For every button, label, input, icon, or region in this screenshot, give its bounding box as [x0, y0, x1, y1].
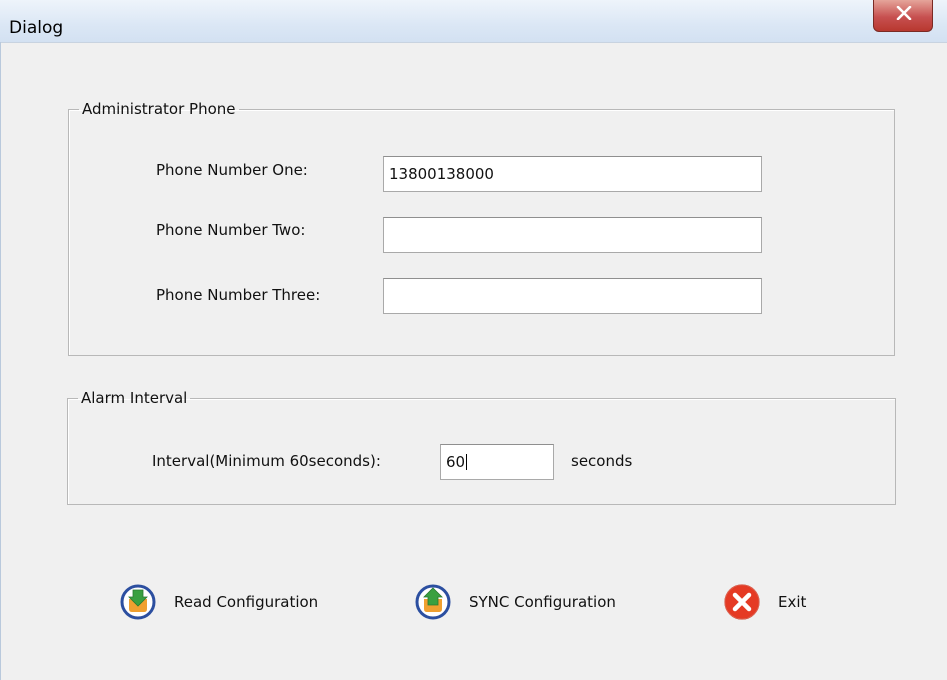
interval-value: 60: [446, 453, 466, 471]
red-x-circle-icon: [724, 584, 760, 620]
close-x-icon: [896, 6, 912, 20]
phone-one-label: Phone Number One:: [156, 161, 308, 179]
phone-three-field[interactable]: [383, 278, 762, 314]
window-title: Dialog: [9, 18, 64, 38]
exit-label: Exit: [778, 593, 807, 611]
read-configuration-label: Read Configuration: [174, 593, 319, 611]
sync-configuration-button[interactable]: SYNC Configuration: [413, 582, 616, 622]
read-configuration-button[interactable]: Read Configuration: [118, 582, 318, 622]
title-bar: Dialog: [0, 0, 947, 42]
administrator-phone-legend: Administrator Phone: [82, 100, 236, 118]
phone-three-label: Phone Number Three:: [156, 286, 321, 304]
download-arrow-icon: [120, 584, 156, 620]
dialog-body: Administrator Phone Phone Number One: 13…: [0, 42, 947, 680]
window-close-button[interactable]: [873, 0, 933, 32]
upload-arrow-icon: [415, 584, 451, 620]
interval-label: Interval(Minimum 60seconds):: [152, 452, 381, 470]
seconds-unit-label: seconds: [571, 452, 633, 470]
sync-configuration-label: SYNC Configuration: [469, 593, 616, 611]
text-caret: [466, 454, 468, 470]
phone-two-field[interactable]: [383, 217, 762, 253]
interval-field[interactable]: 60: [440, 444, 554, 480]
phone-two-label: Phone Number Two:: [156, 221, 306, 239]
phone-one-field[interactable]: 13800138000: [383, 156, 762, 192]
exit-button[interactable]: Exit: [722, 582, 806, 622]
alarm-interval-legend: Alarm Interval: [81, 389, 188, 407]
